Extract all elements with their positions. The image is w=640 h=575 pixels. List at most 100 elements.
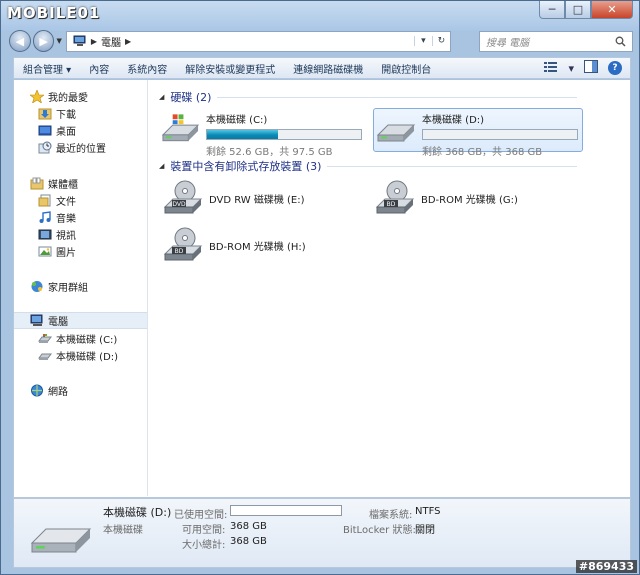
nav-item-downloads[interactable]: 下載	[14, 105, 147, 122]
open-control-panel-button[interactable]: 開啟控制台	[372, 61, 440, 76]
nav-item-videos[interactable]: 視訊	[14, 226, 147, 243]
explorer-body: 我的最愛 下載 桌面 最近的位置 媒體櫃 文件 音樂 視訊 圖片 家用群組 電腦…	[13, 80, 631, 498]
group-divider	[217, 96, 578, 98]
drive-badge: BD	[387, 201, 396, 208]
help-icon[interactable]: ?	[608, 61, 622, 75]
drive-badge: BD	[175, 248, 184, 255]
nav-homegroup-label: 家用群組	[48, 283, 88, 294]
properties-button[interactable]: 內容	[80, 61, 118, 76]
breadcrumb-computer[interactable]: 電腦	[101, 34, 121, 49]
explorer-window: MOBILE01 ─ □ ✕ ◀ ▶ ▼ ▶ 電腦 ▶ ▾ ↻ 搜尋 電腦 組合…	[0, 0, 640, 575]
nav-item-music[interactable]: 音樂	[14, 209, 147, 226]
pictures-icon	[38, 246, 52, 257]
close-button[interactable]: ✕	[591, 1, 633, 19]
nav-libraries[interactable]: 媒體櫃	[14, 175, 147, 192]
collapse-triangle-icon[interactable]: ◢	[159, 162, 164, 170]
details-pane: 本機磁碟 (D:) 已使用空間: 本機磁碟 可用空間: 368 GB 大小總計:…	[13, 498, 631, 568]
address-actions: ▾ ↻	[413, 32, 450, 51]
drive-free-space: 剩餘 368 GB，共 368 GB	[422, 147, 543, 158]
preview-pane-icon	[584, 60, 598, 73]
hard-drive-icon	[30, 528, 92, 553]
windows-drive-icon	[38, 334, 52, 343]
nav-item-label: 視訊	[56, 231, 76, 242]
nav-item-pictures[interactable]: 圖片	[14, 243, 147, 260]
title-bar[interactable]: MOBILE01 ─ □ ✕	[1, 1, 639, 31]
preview-pane-button[interactable]	[584, 60, 598, 76]
back-button[interactable]: ◀	[9, 30, 31, 52]
map-network-drive-button[interactable]: 連線網路磁碟機	[284, 61, 372, 76]
address-row: ◀ ▶ ▼ ▶ 電腦 ▶ ▾ ↻ 搜尋 電腦	[9, 29, 633, 53]
drive-free-space: 剩餘 52.6 GB，共 97.5 GB	[206, 147, 333, 158]
address-dropdown-button[interactable]: ▾	[413, 36, 432, 46]
nav-favorites[interactable]: 我的最愛	[14, 88, 147, 105]
collapse-triangle-icon[interactable]: ◢	[159, 93, 164, 101]
nav-item-label: 最近的位置	[56, 144, 106, 155]
recent-pages-dropdown[interactable]: ▼	[56, 37, 61, 45]
drive-info: DVD RW 磁碟機 (E:)	[209, 191, 305, 206]
search-input[interactable]: 搜尋 電腦	[478, 30, 633, 52]
nav-item-documents[interactable]: 文件	[14, 192, 147, 209]
homegroup-icon	[31, 281, 43, 292]
bd-drive-icon: BD	[375, 180, 415, 214]
organize-button[interactable]: 組合管理 ▾	[14, 61, 80, 76]
navigation-pane: 我的最愛 下載 桌面 最近的位置 媒體櫃 文件 音樂 視訊 圖片 家用群組 電腦…	[14, 80, 148, 496]
drive-tile-e[interactable]: DVD DVD RW 磁碟機 (E:)	[163, 178, 363, 218]
watermark-logo: MOBILE01	[7, 4, 101, 22]
drive-usage-fill	[207, 130, 278, 139]
drive-tile-h[interactable]: BD BD-ROM 光碟機 (H:)	[163, 225, 363, 265]
star-icon	[30, 90, 44, 103]
group-divider	[327, 165, 578, 167]
nav-item-label: 音樂	[56, 214, 76, 225]
nav-item-drive-c[interactable]: 本機磁碟 (C:)	[14, 330, 147, 347]
breadcrumb-separator[interactable]: ▶	[91, 37, 97, 46]
file-system-value: NTFS	[415, 506, 441, 517]
nav-item-label: 本機磁碟 (D:)	[56, 352, 119, 363]
command-bar: 組合管理 ▾ 內容 系統內容 解除安裝或變更程式 連線網路磁碟機 開啟控制台 ▾…	[13, 57, 631, 79]
nav-libraries-label: 媒體櫃	[48, 180, 78, 191]
nav-homegroup[interactable]: 家用群組	[14, 278, 147, 295]
search-placeholder: 搜尋 電腦	[485, 37, 530, 49]
network-icon	[31, 384, 43, 397]
hard-drive-icon	[376, 124, 416, 142]
bitlocker-value: 關閉	[415, 525, 435, 536]
address-bar[interactable]: ▶ 電腦 ▶ ▾ ↻	[65, 30, 451, 52]
group-header-removable[interactable]: ◢ 裝置中含有卸除式存放裝置 (3)	[159, 158, 578, 174]
refresh-button[interactable]: ↻	[431, 36, 450, 46]
total-size-value: 368 GB	[230, 536, 267, 547]
change-view-button[interactable]	[544, 61, 558, 76]
view-dropdown-icon[interactable]: ▾	[568, 62, 574, 75]
forward-button[interactable]: ▶	[32, 30, 55, 52]
search-icon	[615, 36, 626, 47]
drive-tile-d[interactable]: 本機磁碟 (D:) 剩餘 368 GB，共 368 GB	[373, 108, 583, 158]
drive-name: 本機磁碟 (C:)	[206, 115, 268, 126]
computer-icon	[73, 35, 86, 46]
file-system-label: 檔案系統:	[369, 510, 413, 521]
nav-item-recent-places[interactable]: 最近的位置	[14, 139, 147, 156]
forward-arrow-icon: ▶	[39, 34, 48, 48]
content-pane: ◢ 硬碟 (2) 本機磁碟 (C:) 剩餘 52.6 GB，共 97.5 GB …	[149, 80, 630, 496]
system-properties-button[interactable]: 系統內容	[118, 61, 176, 76]
nav-item-desktop[interactable]: 桌面	[14, 122, 147, 139]
drive-tile-g[interactable]: BD BD-ROM 光碟機 (G:)	[375, 178, 575, 218]
uninstall-program-button[interactable]: 解除安裝或變更程式	[176, 61, 284, 76]
drive-name: BD-ROM 光碟機 (G:)	[421, 194, 518, 206]
details-type: 本機磁碟	[103, 525, 143, 536]
drive-info: 本機磁碟 (C:) 剩餘 52.6 GB，共 97.5 GB	[206, 111, 362, 158]
nav-computer[interactable]: 電腦	[14, 312, 147, 329]
documents-icon	[38, 194, 51, 207]
maximize-button[interactable]: □	[565, 1, 591, 19]
drive-usage-bar	[422, 129, 578, 140]
minimize-button[interactable]: ─	[539, 1, 565, 19]
drive-badge: DVD	[172, 201, 186, 208]
drive-tile-c[interactable]: 本機磁碟 (C:) 剩餘 52.6 GB，共 97.5 GB	[159, 109, 364, 158]
nav-item-drive-d[interactable]: 本機磁碟 (D:)	[14, 347, 147, 364]
window-controls: ─ □ ✕	[539, 1, 633, 19]
group-header-hard-drives[interactable]: ◢ 硬碟 (2)	[159, 89, 578, 105]
hard-drive-icon	[38, 353, 52, 360]
breadcrumb-separator[interactable]: ▶	[125, 37, 131, 46]
drive-usage-bar	[206, 129, 362, 140]
free-space-value: 368 GB	[230, 521, 267, 532]
libraries-icon	[30, 177, 44, 190]
nav-network-label: 網路	[48, 387, 68, 398]
nav-network[interactable]: 網路	[14, 382, 147, 399]
